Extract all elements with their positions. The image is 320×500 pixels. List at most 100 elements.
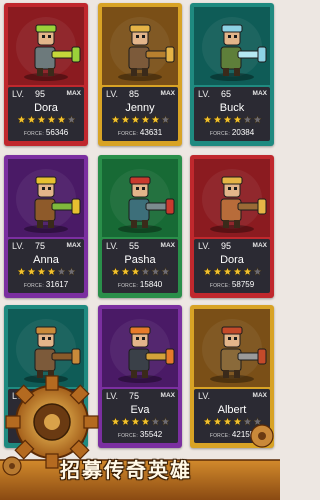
hero-portrait: [194, 309, 270, 387]
level-label: LV.: [198, 391, 211, 401]
level-label: LV.: [198, 241, 211, 251]
star-filled-icon: [46, 417, 56, 426]
level-label: LV.: [106, 89, 119, 99]
star-empty-icon: [66, 417, 76, 426]
max-badge: MAX: [66, 90, 81, 97]
hero-portrait: [8, 309, 84, 387]
star-empty-icon: [242, 115, 252, 124]
hero-card[interactable]: LV. 95 MAX Dora FORCE: 56346: [4, 3, 88, 146]
star-empty-icon: [252, 115, 262, 124]
star-filled-icon: [16, 267, 26, 276]
hero-card[interactable]: LV. 65 MAX: [4, 305, 88, 448]
force-stat: FORCE: 20384: [194, 128, 270, 137]
star-filled-icon: [110, 115, 120, 124]
max-badge: MAX: [66, 242, 81, 249]
star-filled-icon: [130, 417, 140, 426]
star-filled-icon: [16, 115, 26, 124]
level-value: 65: [221, 89, 232, 99]
hero-portrait: [194, 159, 270, 237]
force-label: FORCE:: [209, 131, 230, 137]
star-filled-icon: [212, 115, 222, 124]
force-label: FORCE:: [117, 131, 138, 137]
star-rating: [197, 267, 267, 277]
hero-info-panel: LV. 55 MAX Pasha FORCE: 15840: [102, 239, 178, 293]
hero-card[interactable]: LV. 75 MAX Anna FORCE: 31617: [4, 155, 88, 298]
star-filled-icon: [26, 267, 36, 276]
hero-info-panel: LV. 65 MAX Buck FORCE: 20384: [194, 87, 270, 141]
star-empty-icon: [66, 267, 76, 276]
max-badge: MAX: [160, 242, 175, 249]
force-value: 43631: [139, 128, 163, 137]
force-value: 35542: [139, 430, 163, 439]
hero-portrait: [102, 7, 178, 85]
hero-card[interactable]: LV. MAX Albert FORCE: 42155: [190, 305, 274, 448]
star-rating: [197, 115, 267, 125]
star-filled-icon: [242, 267, 252, 276]
hero-info-panel: LV. MAX Albert FORCE: 42155: [194, 389, 270, 443]
hero-card[interactable]: LV. 95 MAX Dora FORCE: 58759: [190, 155, 274, 298]
hero-card[interactable]: LV. 75 MAX Eva FORCE: 35542: [98, 305, 182, 448]
star-empty-icon: [160, 267, 170, 276]
hero-name: Anna: [33, 254, 59, 266]
max-badge: MAX: [252, 392, 267, 399]
star-empty-icon: [56, 267, 66, 276]
level-value: 75: [35, 241, 46, 251]
star-filled-icon: [36, 115, 46, 124]
star-filled-icon: [36, 417, 46, 426]
star-rating: [197, 417, 267, 427]
hero-portrait: [194, 7, 270, 85]
level-value: 85: [129, 89, 140, 99]
hero-info-panel: LV. 85 MAX Jenny FORCE: 43631: [102, 87, 178, 141]
hero-name: Eva: [130, 404, 150, 416]
level-label: LV.: [12, 89, 25, 99]
star-filled-icon: [202, 267, 212, 276]
star-filled-icon: [222, 417, 232, 426]
star-filled-icon: [222, 115, 232, 124]
star-filled-icon: [212, 267, 222, 276]
force-label: FORCE:: [117, 283, 138, 289]
hero-name: Buck: [219, 102, 245, 114]
hero-info-panel: LV. 95 MAX Dora FORCE: 58759: [194, 239, 270, 293]
star-filled-icon: [26, 417, 36, 426]
star-filled-icon: [212, 417, 222, 426]
force-label: FORCE:: [23, 131, 44, 137]
hero-card[interactable]: LV. 65 MAX Buck FORCE: 20384: [190, 3, 274, 146]
star-filled-icon: [222, 267, 232, 276]
star-filled-icon: [120, 115, 130, 124]
star-rating: [105, 417, 175, 427]
hero-name: Jenny: [125, 102, 155, 114]
level-label: LV.: [12, 391, 25, 401]
star-filled-icon: [16, 417, 26, 426]
force-stat: FORCE: 15840: [102, 280, 178, 289]
star-filled-icon: [110, 417, 120, 426]
star-filled-icon: [140, 417, 150, 426]
force-stat: FORCE: 42155: [194, 430, 270, 439]
max-badge: MAX: [252, 242, 267, 249]
star-filled-icon: [202, 115, 212, 124]
star-filled-icon: [130, 267, 140, 276]
star-empty-icon: [252, 417, 262, 426]
force-value: 20384: [231, 128, 255, 137]
force-value: 42155: [231, 430, 255, 439]
star-empty-icon: [66, 115, 76, 124]
star-filled-icon: [140, 115, 150, 124]
force-stat: FORCE: 31617: [8, 280, 84, 289]
level-label: LV.: [106, 391, 119, 401]
force-stat: FORCE: 43631: [102, 128, 178, 137]
star-filled-icon: [26, 115, 36, 124]
level-value: 95: [35, 89, 46, 99]
star-empty-icon: [150, 267, 160, 276]
hero-info-panel: LV. 95 MAX Dora FORCE: 56346: [8, 87, 84, 141]
level-value: 95: [221, 241, 232, 251]
star-filled-icon: [36, 267, 46, 276]
hero-name: Dora: [220, 254, 244, 266]
star-empty-icon: [140, 267, 150, 276]
hero-card[interactable]: LV. 55 MAX Pasha FORCE: 15840: [98, 155, 182, 298]
star-filled-icon: [130, 115, 140, 124]
hero-card[interactable]: LV. 85 MAX Jenny FORCE: 43631: [98, 3, 182, 146]
star-filled-icon: [232, 267, 242, 276]
star-empty-icon: [160, 417, 170, 426]
hero-info-panel: LV. 75 MAX Anna FORCE: 31617: [8, 239, 84, 293]
force-label: FORCE:: [209, 433, 230, 439]
force-stat: FORCE: 58759: [194, 280, 270, 289]
